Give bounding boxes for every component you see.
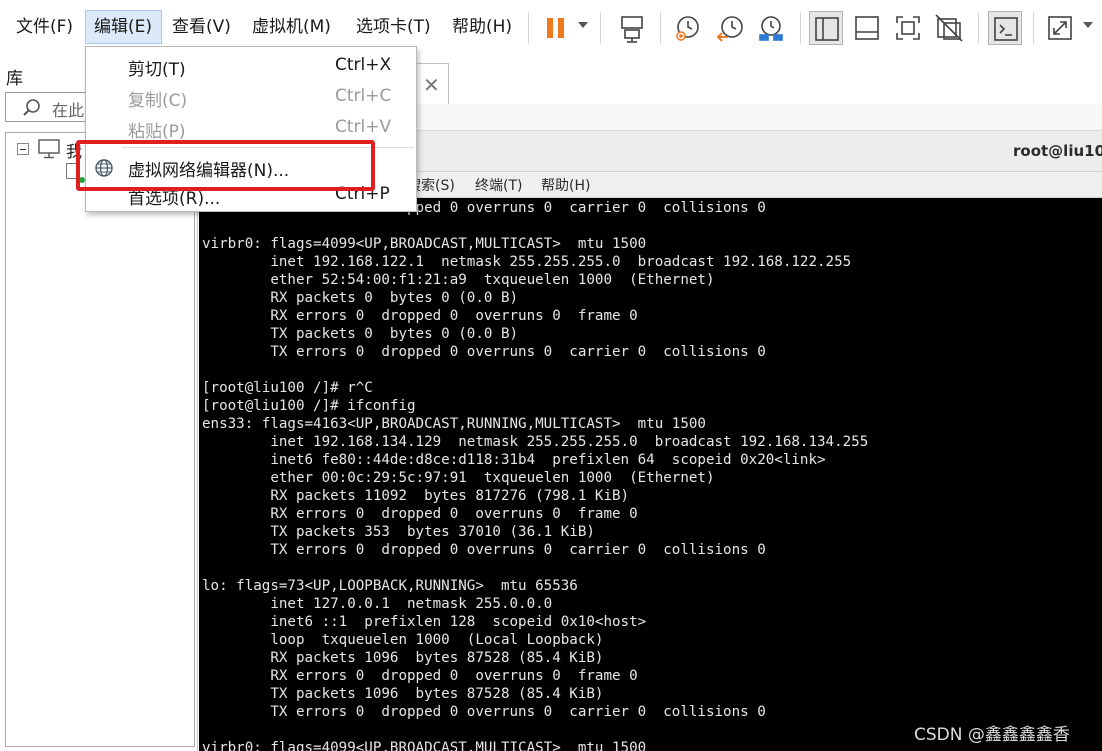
menu-view[interactable]: 查看(V) (170, 10, 233, 44)
snapshot-icon[interactable] (671, 11, 705, 45)
terminal-line: inet6 ::1 prefixlen 128 scopeid 0x10<hos… (202, 614, 647, 630)
terminal-line: RX errors 0 dropped 0 overruns 0 frame 0 (202, 308, 638, 324)
terminal-menu-help[interactable]: 帮助(H) (541, 175, 590, 195)
terminal-line: RX packets 1096 bytes 87528 (85.4 KiB) (202, 650, 604, 666)
terminal-line: ether 00:0c:29:5c:97:91 txqueuelen 1000 … (202, 470, 715, 486)
terminal-line: TX errors 0 dropped 0 overruns 0 carrier… (202, 344, 766, 360)
my-computer-icon (38, 139, 60, 159)
snapshot-manager-icon[interactable] (754, 11, 788, 45)
unity-icon[interactable] (932, 11, 966, 45)
terminal-line: inet 192.168.134.129 netmask 255.255.255… (202, 434, 869, 450)
terminal-line: [root@liu100 /]# r^C (202, 380, 373, 396)
watermark: CSDN @鑫鑫鑫鑫香 (914, 725, 1070, 745)
terminal-line: inet 192.168.122.1 netmask 255.255.255.0… (202, 254, 852, 270)
terminal-line: TX packets 1096 bytes 87528 (85.4 KiB) (202, 686, 604, 702)
terminal-line: ether 52:54:00:f1:21:a9 txqueuelen 1000 … (202, 272, 715, 288)
thumbnail-view-icon[interactable] (850, 11, 884, 45)
terminal-output[interactable]: TX errors 0 dropped 0 overruns 0 carrier… (199, 198, 1102, 751)
search-icon (23, 99, 40, 116)
edit-menu-copy-label: 复制(C) (128, 91, 188, 111)
stretch-dropdown-arrow-icon[interactable] (1083, 22, 1093, 28)
close-icon[interactable]: ✕ (423, 75, 440, 95)
library-title: 库 (6, 69, 23, 89)
menu-edit[interactable]: 编辑(E) (85, 10, 162, 44)
edit-menu-copy-shortcut: Ctrl+C (335, 86, 392, 106)
terminal-line: [root@liu100 /]# ifconfig (202, 398, 416, 414)
terminal-line: TX packets 353 bytes 37010 (36.1 KiB) (202, 524, 595, 540)
menu-vm[interactable]: 虚拟机(M) (250, 10, 333, 44)
sidebar-view-icon[interactable] (809, 11, 843, 45)
terminal-line: inet6 fe80::44de:d8ce:d118:31b4 prefixle… (202, 452, 826, 468)
edit-menu-paste[interactable]: 粘贴(P) Ctrl+V (86, 113, 416, 143)
send-keys-icon[interactable] (615, 11, 649, 45)
terminal-line: RX packets 11092 bytes 817276 (798.1 KiB… (202, 488, 630, 504)
terminal-line: TX errors 0 dropped 0 overruns 0 carrier… (202, 704, 766, 720)
toolbar-separator (660, 12, 661, 44)
toolbar-separator (800, 12, 801, 44)
edit-menu-paste-label: 粘贴(P) (128, 122, 186, 142)
edit-menu-cut-shortcut: Ctrl+X (335, 55, 392, 75)
edit-menu-paste-shortcut: Ctrl+V (335, 117, 392, 137)
menu-file[interactable]: 文件(F) (14, 10, 75, 44)
terminal-line: virbr0: flags=4099<UP,BROADCAST,MULTICAS… (202, 740, 647, 751)
terminal-line: TX packets 0 bytes 0 (0.0 B) (202, 326, 519, 342)
terminal-line: lo: flags=73<UP,LOOPBACK,RUNNING> mtu 65… (202, 578, 578, 594)
edit-menu-cut-label: 剪切(T) (128, 60, 186, 80)
console-icon[interactable] (988, 11, 1022, 45)
pause-icon[interactable] (541, 11, 575, 45)
terminal-menu-terminal[interactable]: 终端(T) (475, 175, 522, 195)
terminal-line: RX packets 0 bytes 0 (0.0 B) (202, 290, 519, 306)
revert-snapshot-icon[interactable] (713, 11, 747, 45)
toolbar-separator (528, 12, 529, 44)
library-tree: 我 (5, 132, 195, 747)
fullscreen-icon[interactable] (891, 11, 925, 45)
toolbar-separator (600, 12, 601, 44)
terminal-line: ens33: flags=4163<UP,BROADCAST,RUNNING,M… (202, 416, 706, 432)
annotation-highlight-box (76, 140, 375, 191)
power-dropdown-arrow-icon[interactable] (578, 22, 588, 28)
tree-collapse-icon[interactable] (17, 143, 29, 155)
terminal-line: loop txqueuelen 1000 (Local Loopback) (202, 632, 604, 648)
terminal-line: inet 127.0.0.1 netmask 255.0.0.0 (202, 596, 553, 612)
toolbar-separator (978, 12, 979, 44)
menu-help[interactable]: 帮助(H) (450, 10, 514, 44)
terminal-line: RX errors 0 dropped 0 overruns 0 frame 0 (202, 506, 638, 522)
menu-tabs[interactable]: 选项卡(T) (354, 10, 433, 44)
library-search-placeholder: 在此 (52, 101, 85, 120)
terminal-line: RX errors 0 dropped 0 overruns 0 frame 0 (202, 668, 638, 684)
guest-window-title: root@liu100: (1013, 142, 1102, 160)
toolbar-separator (1033, 12, 1034, 44)
terminal-line: TX errors 0 dropped 0 overruns 0 carrier… (202, 542, 766, 558)
stretch-icon[interactable] (1043, 11, 1077, 45)
edit-menu-copy[interactable]: 复制(C) Ctrl+C (86, 82, 416, 112)
terminal-line: virbr0: flags=4099<UP,BROADCAST,MULTICAS… (202, 236, 647, 252)
edit-menu-cut[interactable]: 剪切(T) Ctrl+X (86, 51, 416, 81)
